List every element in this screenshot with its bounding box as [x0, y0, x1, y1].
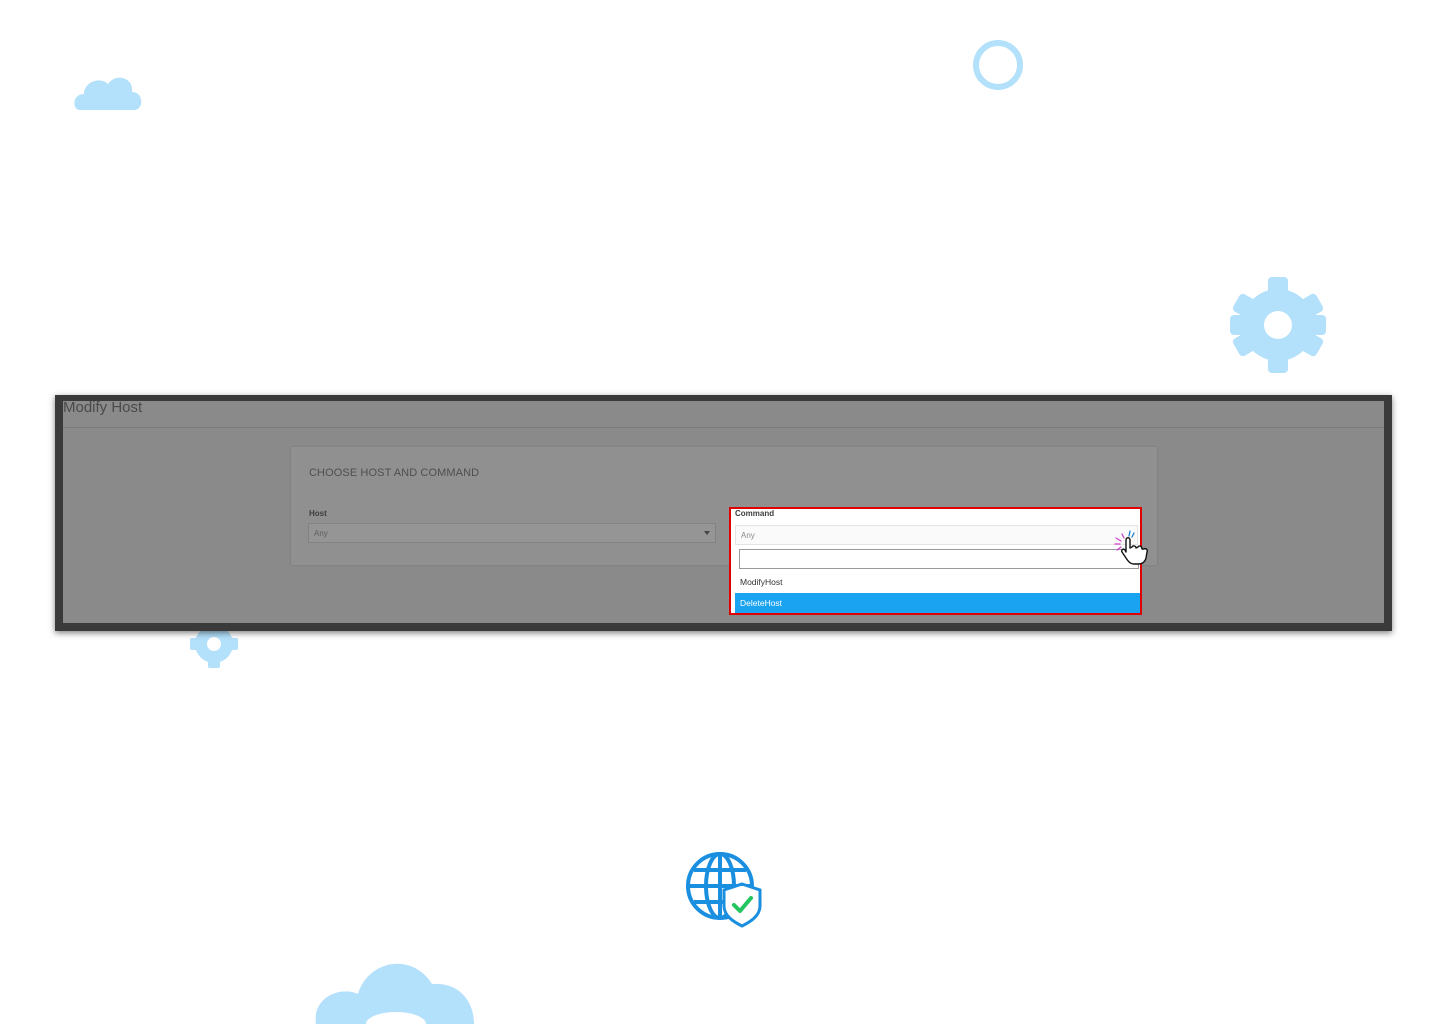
command-dropdown-callout: Command Any ModifyHost DeleteHost — [729, 507, 1142, 615]
cloud-icon — [74, 77, 142, 110]
host-select-value: Any — [314, 529, 328, 538]
option-deletehost[interactable]: DeleteHost — [735, 593, 1140, 613]
command-label: Command — [735, 509, 775, 518]
command-select[interactable]: Any — [735, 525, 1138, 545]
screenshot-frame: Modify Host CHOOSE HOST AND COMMAND Host… — [55, 395, 1392, 631]
cloud-icon — [315, 963, 474, 1024]
card-title: CHOOSE HOST AND COMMAND — [309, 467, 480, 479]
hand-pointer-click-icon — [1114, 530, 1148, 565]
chevron-down-icon — [704, 531, 710, 535]
globe-shield-icon — [686, 852, 762, 928]
host-label: Host — [309, 509, 327, 518]
host-select[interactable]: Any — [308, 523, 716, 543]
option-modifyhost[interactable]: ModifyHost — [735, 572, 1140, 592]
command-select-value: Any — [741, 531, 755, 540]
command-search-input[interactable] — [739, 549, 1139, 569]
ring-icon — [973, 40, 1023, 90]
app-window: Modify Host CHOOSE HOST AND COMMAND Host… — [63, 399, 1384, 623]
page-header: Modify Host — [63, 399, 1384, 428]
gear-icon — [1230, 277, 1326, 373]
page-title: Modify Host — [63, 399, 143, 416]
